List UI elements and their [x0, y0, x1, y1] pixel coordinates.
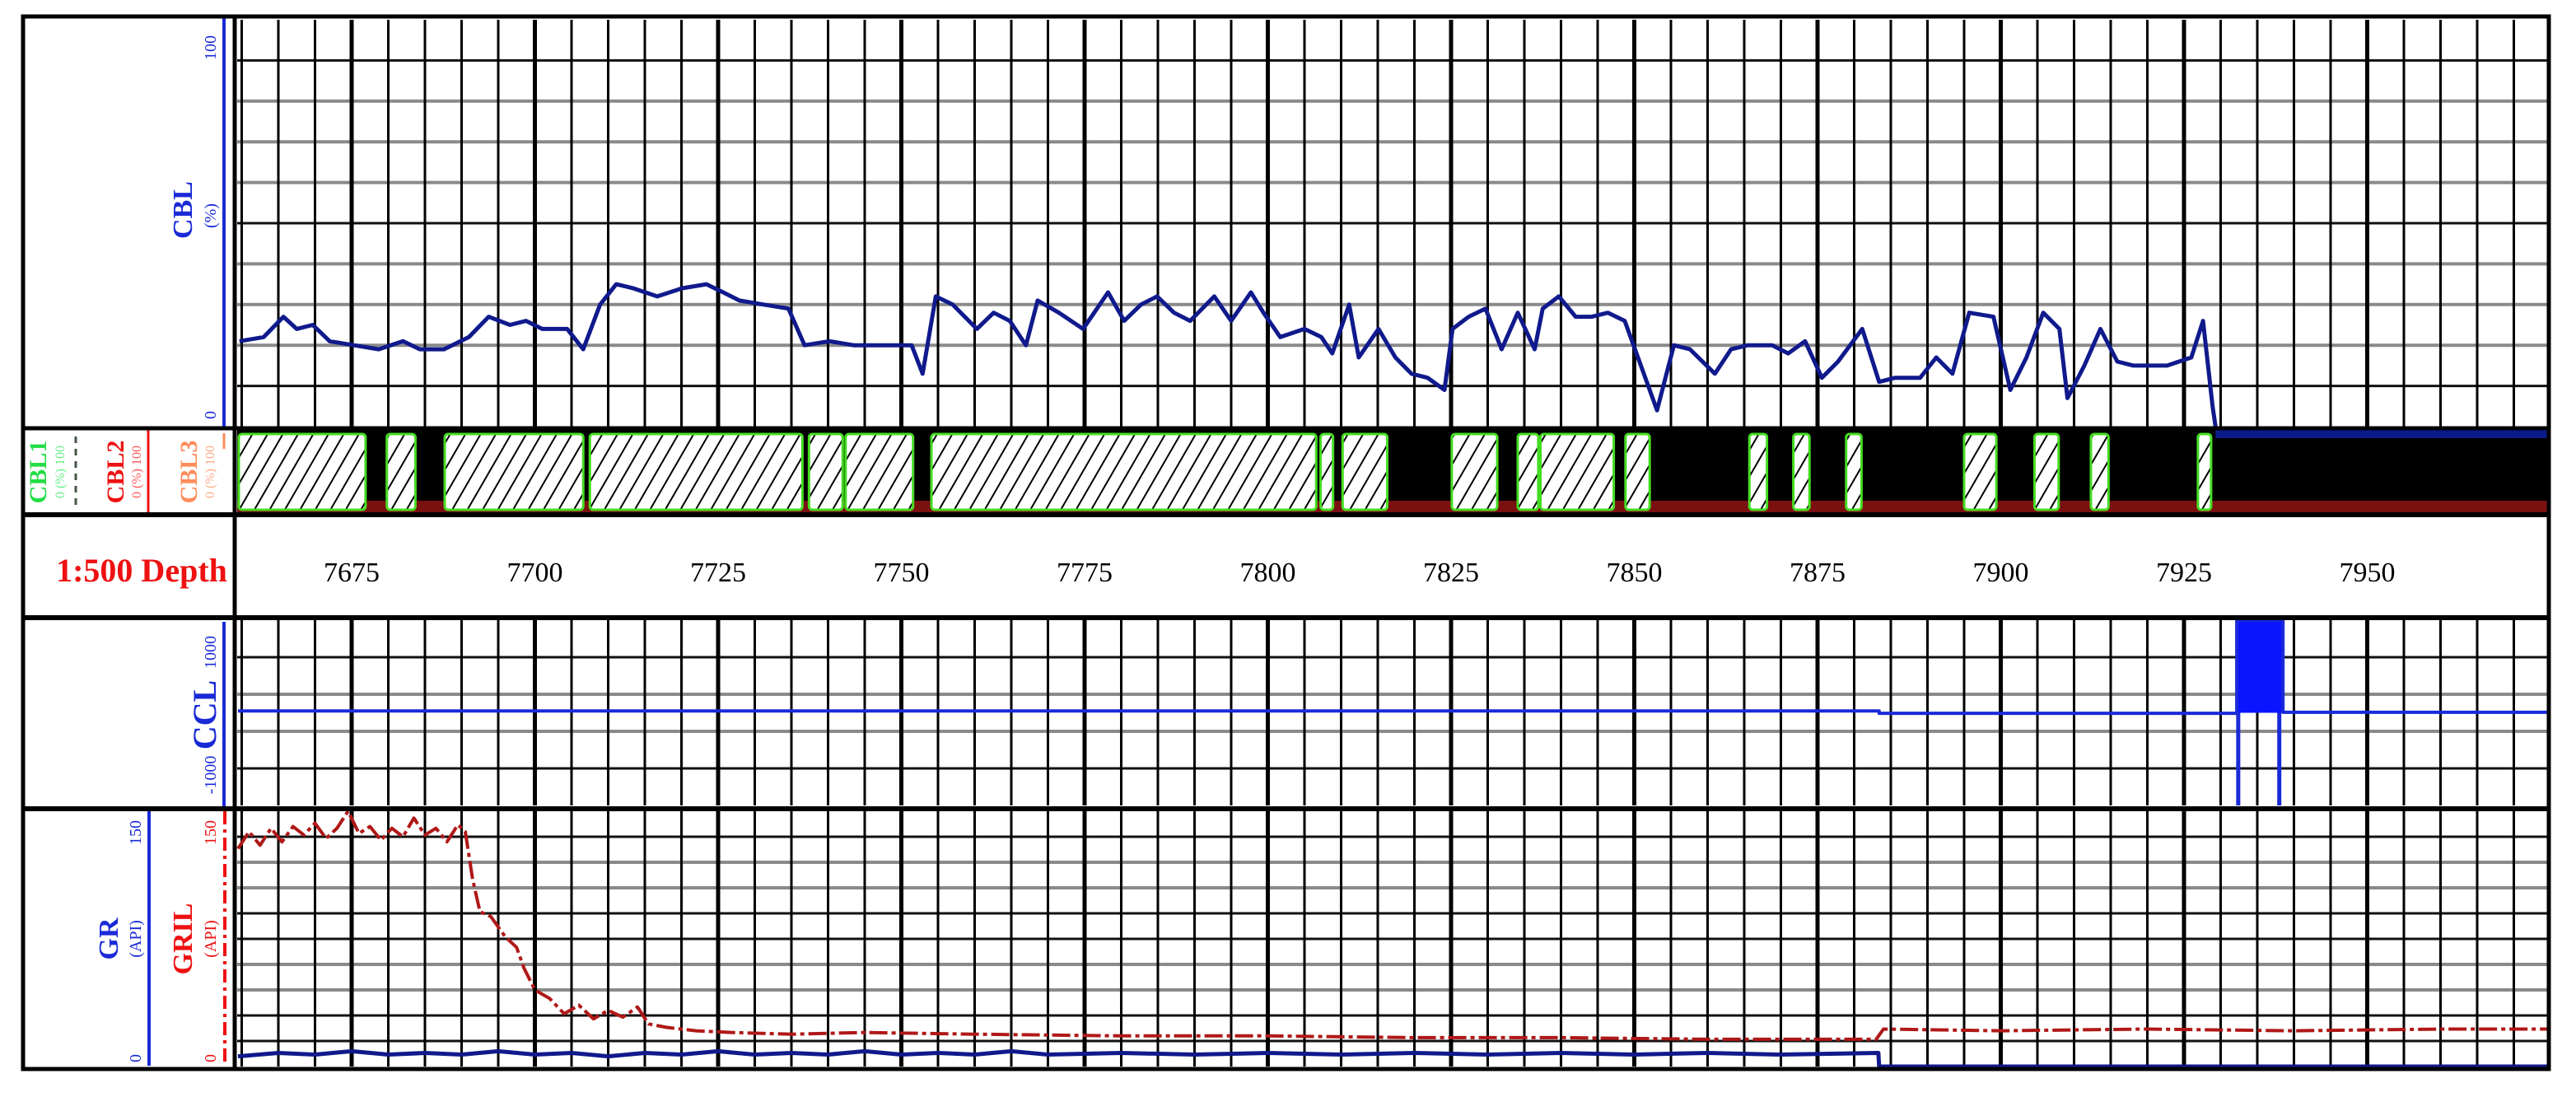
- bonded-interval: [1319, 432, 1335, 511]
- well-log-chart: 7675 7700 7725 7750 7775 7800 7825 7850 7875 7900…: [0, 0, 2576, 1097]
- bonded-interval: [1748, 432, 1769, 511]
- depth-label: 7750: [874, 558, 930, 588]
- bonded-interval: [443, 432, 585, 511]
- cbl1-title: CBL1: [25, 441, 52, 504]
- ccl-filled-spike: [2237, 620, 2284, 713]
- bonded-interval: [588, 432, 804, 511]
- cement-bond-track: [237, 429, 2547, 514]
- depth-label: 7800: [1240, 558, 1296, 588]
- bonded-interval: [2196, 432, 2213, 511]
- bonded-interval: [1516, 432, 1540, 511]
- ccl-title: CCL: [186, 680, 223, 749]
- gril-title: GRIL: [168, 903, 198, 975]
- bonded-interval: [1450, 432, 1499, 511]
- bonded-interval: [2089, 432, 2110, 511]
- depth-label: 7925: [2156, 558, 2212, 588]
- cbl-unit: (%): [202, 203, 220, 228]
- cbl2-title: CBL2: [102, 441, 129, 504]
- bonded-interval: [1624, 432, 1651, 511]
- bonded-interval: [807, 432, 844, 511]
- bonded-interval: [385, 432, 417, 511]
- gril-min-label: 0: [202, 1054, 220, 1062]
- ccl-max-label: 1000: [202, 636, 220, 669]
- gr-title: GR: [94, 917, 124, 959]
- depth-label: 7950: [2340, 558, 2396, 588]
- cbl2-scale: 0 (%) 100: [130, 446, 144, 498]
- bonded-interval: [1539, 432, 1616, 511]
- bonded-interval: [1792, 432, 1811, 511]
- cbl3-scale: 0 (%) 100: [203, 446, 217, 498]
- bonded-interval: [2032, 432, 2060, 511]
- ccl-min-label: -1000: [202, 756, 220, 795]
- gril-max-label: 150: [202, 820, 220, 845]
- bonded-interval: [1845, 432, 1863, 511]
- bonded-interval: [930, 432, 1318, 511]
- bonded-interval: [1962, 432, 1998, 511]
- depth-label: 7775: [1057, 558, 1113, 588]
- cbl3-title: CBL3: [175, 441, 203, 504]
- bonded-interval: [844, 432, 915, 511]
- cbl-title: CBL: [168, 181, 198, 239]
- gr-min-label: 0: [127, 1054, 145, 1062]
- cbl1-scale: 0 (%) 100: [54, 446, 68, 498]
- gril-unit: (API): [202, 920, 220, 958]
- depth-label: 7850: [1607, 558, 1663, 588]
- depth-label: 7825: [1423, 558, 1479, 588]
- cbl-max-label: 100: [202, 35, 220, 60]
- depth-scale-title: 1:500 Depth: [56, 552, 227, 589]
- gr-max-label: 150: [127, 820, 145, 845]
- depth-label: 7725: [690, 558, 746, 588]
- depth-label: 7875: [1790, 558, 1846, 588]
- depth-label: 7675: [324, 558, 380, 588]
- bonded-interval: [1341, 432, 1389, 511]
- cbl-min-label: 0: [202, 411, 220, 419]
- no-data-bar: [2215, 429, 2547, 438]
- depth-label: 7700: [507, 558, 563, 588]
- bonded-interval: [237, 432, 367, 511]
- gr-unit: (API): [127, 920, 145, 958]
- depth-label: 7900: [1973, 558, 2029, 588]
